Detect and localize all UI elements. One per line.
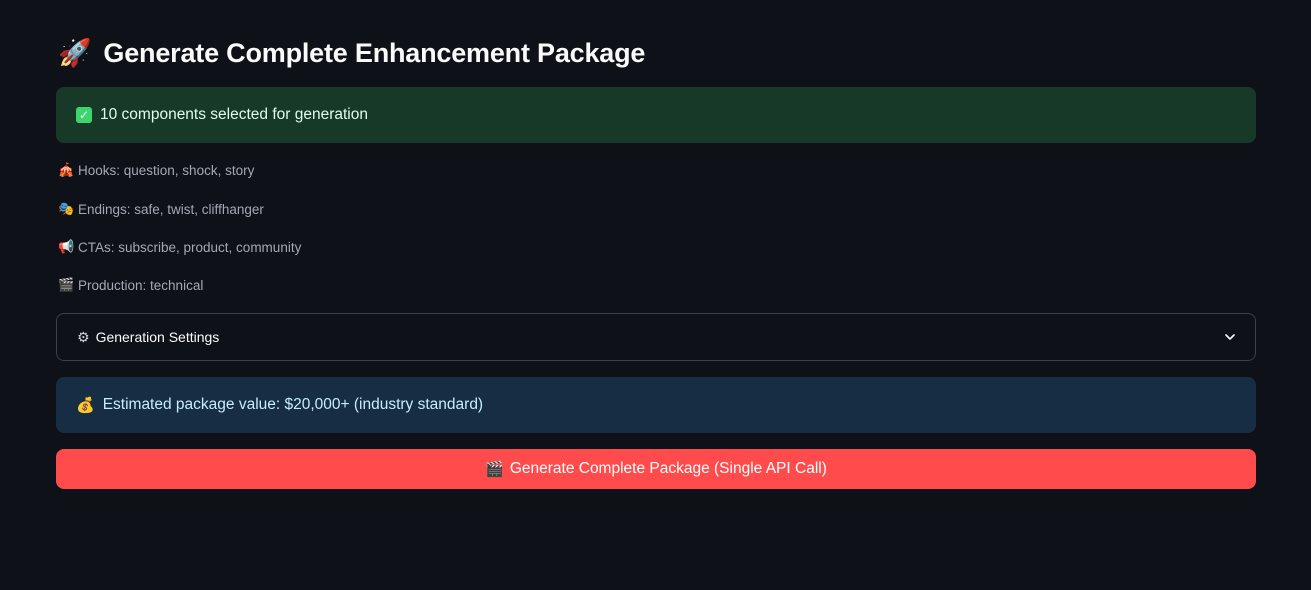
hooks-summary: 🎪 Hooks: question, shock, story xyxy=(58,162,254,178)
checkmark-icon: ✓ xyxy=(76,107,92,123)
page-title: 🚀 Generate Complete Enhancement Package xyxy=(58,38,645,69)
info-alert: 💰 Estimated package value: $20,000+ (ind… xyxy=(56,377,1256,433)
clapperboard-icon: 🎬 xyxy=(58,277,75,292)
info-alert-text: Estimated package value: $20,000+ (indus… xyxy=(102,396,484,413)
production-summary: 🎬 Production: technical xyxy=(58,277,203,293)
chevron-down-icon[interactable] xyxy=(1225,332,1235,342)
production-summary-text: Production: technical xyxy=(78,277,204,293)
money-bag-icon: 💰 xyxy=(76,396,95,414)
generate-button-label: Generate Complete Package (Single API Ca… xyxy=(509,460,827,477)
success-alert: ✓ 10 components selected for generation xyxy=(56,87,1256,143)
rocket-icon: 🚀 xyxy=(58,38,92,68)
page-title-text: Generate Complete Enhancement Package xyxy=(103,38,646,68)
clapperboard-icon: 🎬 xyxy=(485,461,504,478)
generation-settings-expander[interactable]: ⚙ Generation Settings xyxy=(56,313,1256,361)
theater-masks-icon: 🎭 xyxy=(58,201,75,216)
success-alert-text: 10 components selected for generation xyxy=(100,106,368,123)
megaphone-icon: 📢 xyxy=(58,239,75,254)
circus-tent-icon: 🎪 xyxy=(58,162,75,177)
endings-summary: 🎭 Endings: safe, twist, cliffhanger xyxy=(58,201,264,217)
expander-label: Generation Settings xyxy=(95,329,220,345)
hooks-summary-text: Hooks: question, shock, story xyxy=(78,162,255,178)
gear-icon: ⚙ xyxy=(77,328,90,345)
ctas-summary: 📢 CTAs: subscribe, product, community xyxy=(58,239,301,255)
generate-package-button[interactable]: 🎬 Generate Complete Package (Single API … xyxy=(56,449,1256,489)
ctas-summary-text: CTAs: subscribe, product, community xyxy=(78,239,302,255)
endings-summary-text: Endings: safe, twist, cliffhanger xyxy=(78,201,264,217)
expander-header: ⚙ Generation Settings xyxy=(77,329,219,346)
